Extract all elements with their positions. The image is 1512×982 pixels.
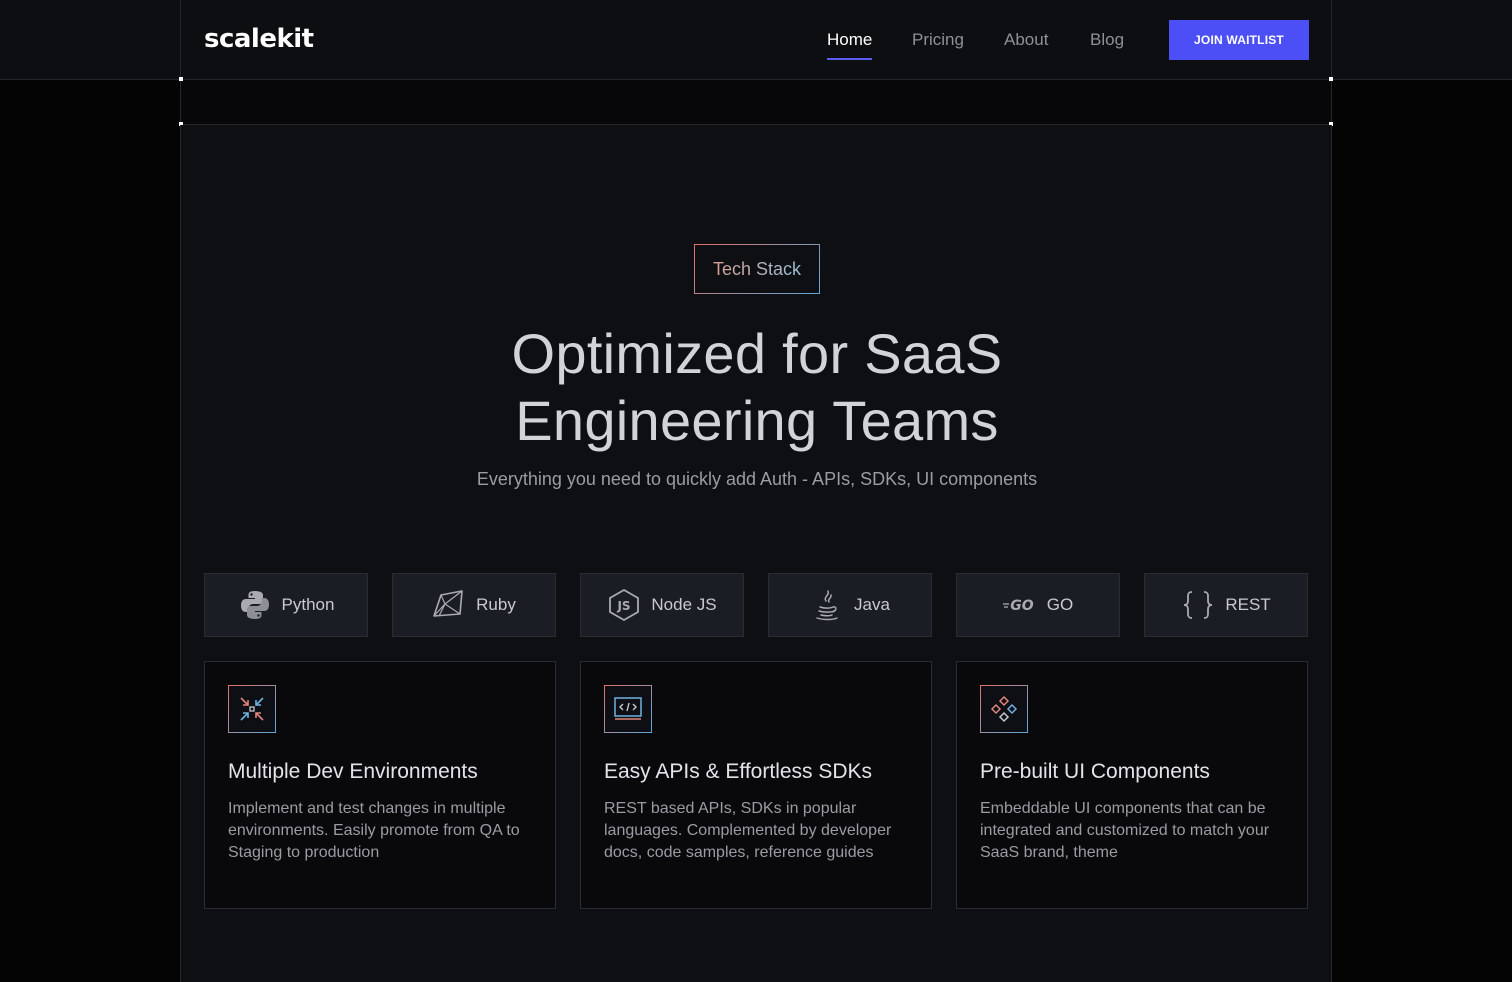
join-waitlist-button[interactable]: JOIN WAITLIST: [1169, 20, 1309, 60]
feature-title: Easy APIs & Effortless SDKs: [604, 760, 873, 783]
divider-strip: [180, 80, 1332, 125]
feature-card: Easy APIs & Effortless SDKs REST based A…: [580, 661, 932, 909]
title-line-2: Engineering Teams: [515, 389, 999, 452]
tech-label: GO: [1046, 595, 1074, 614]
feature-description: REST based APIs, SDKs in popular languag…: [604, 800, 892, 861]
section-subtitle: Everything you need to quickly add Auth …: [476, 469, 1038, 489]
nav-about[interactable]: About: [1004, 30, 1048, 50]
tech-label: Python: [281, 595, 335, 614]
section-badge: Tech Stack: [694, 244, 820, 294]
tech-python[interactable]: Python: [204, 573, 368, 637]
feature-title: Pre-built UI Components: [980, 760, 1210, 783]
ruby-icon: [432, 588, 466, 622]
feature-description: Embeddable UI components that can be int…: [980, 800, 1270, 861]
tech-rest[interactable]: REST: [1144, 573, 1308, 637]
tech-stack-section: Tech Stack Optimized for SaaS Engineerin…: [180, 125, 1332, 982]
components-icon: [980, 685, 1028, 733]
code-window-icon: [604, 685, 652, 733]
svg-text:GO: GO: [1010, 598, 1033, 614]
feature-title: Multiple Dev Environments: [228, 760, 478, 783]
braces-icon: [1181, 588, 1215, 622]
nodejs-icon: JS: [607, 588, 641, 622]
svg-text:JS: JS: [617, 599, 631, 613]
tech-ruby[interactable]: Ruby: [392, 573, 556, 637]
tech-go[interactable]: GO GO: [956, 573, 1120, 637]
nav-blog[interactable]: Blog: [1090, 30, 1124, 50]
section-title: Optimized for SaaS Engineering Teams: [181, 320, 1333, 454]
tech-label: REST: [1225, 595, 1271, 614]
corner-marker: [1329, 77, 1333, 81]
feature-card: Multiple Dev Environments Implement and …: [204, 661, 556, 909]
compress-arrows-icon: [228, 685, 276, 733]
python-icon: [238, 588, 272, 622]
nav-pricing[interactable]: Pricing: [912, 30, 964, 50]
tech-label: Ruby: [476, 595, 516, 614]
tech-java[interactable]: Java: [768, 573, 932, 637]
nav-home[interactable]: Home: [827, 30, 873, 60]
tech-label: Node JS: [651, 595, 717, 614]
title-line-1: Optimized for SaaS: [511, 322, 1003, 385]
feature-card: Pre-built UI Components Embeddable UI co…: [956, 661, 1308, 909]
go-icon: GO: [1002, 588, 1037, 622]
site-header: scalekit Home Pricing About Blog JOIN WA…: [0, 0, 1512, 80]
feature-description: Implement and test changes in multiple e…: [228, 800, 520, 861]
header-container: scalekit Home Pricing About Blog JOIN WA…: [180, 0, 1332, 80]
tech-stack-list: Python Ruby JS Node JS Java GO GO REST: [204, 573, 1308, 637]
corner-marker: [179, 77, 183, 81]
java-icon: [810, 588, 844, 622]
tech-nodejs[interactable]: JS Node JS: [580, 573, 744, 637]
tech-label: Java: [854, 595, 890, 614]
feature-cards: Multiple Dev Environments Implement and …: [204, 661, 1308, 909]
logo[interactable]: scalekit: [204, 24, 314, 54]
